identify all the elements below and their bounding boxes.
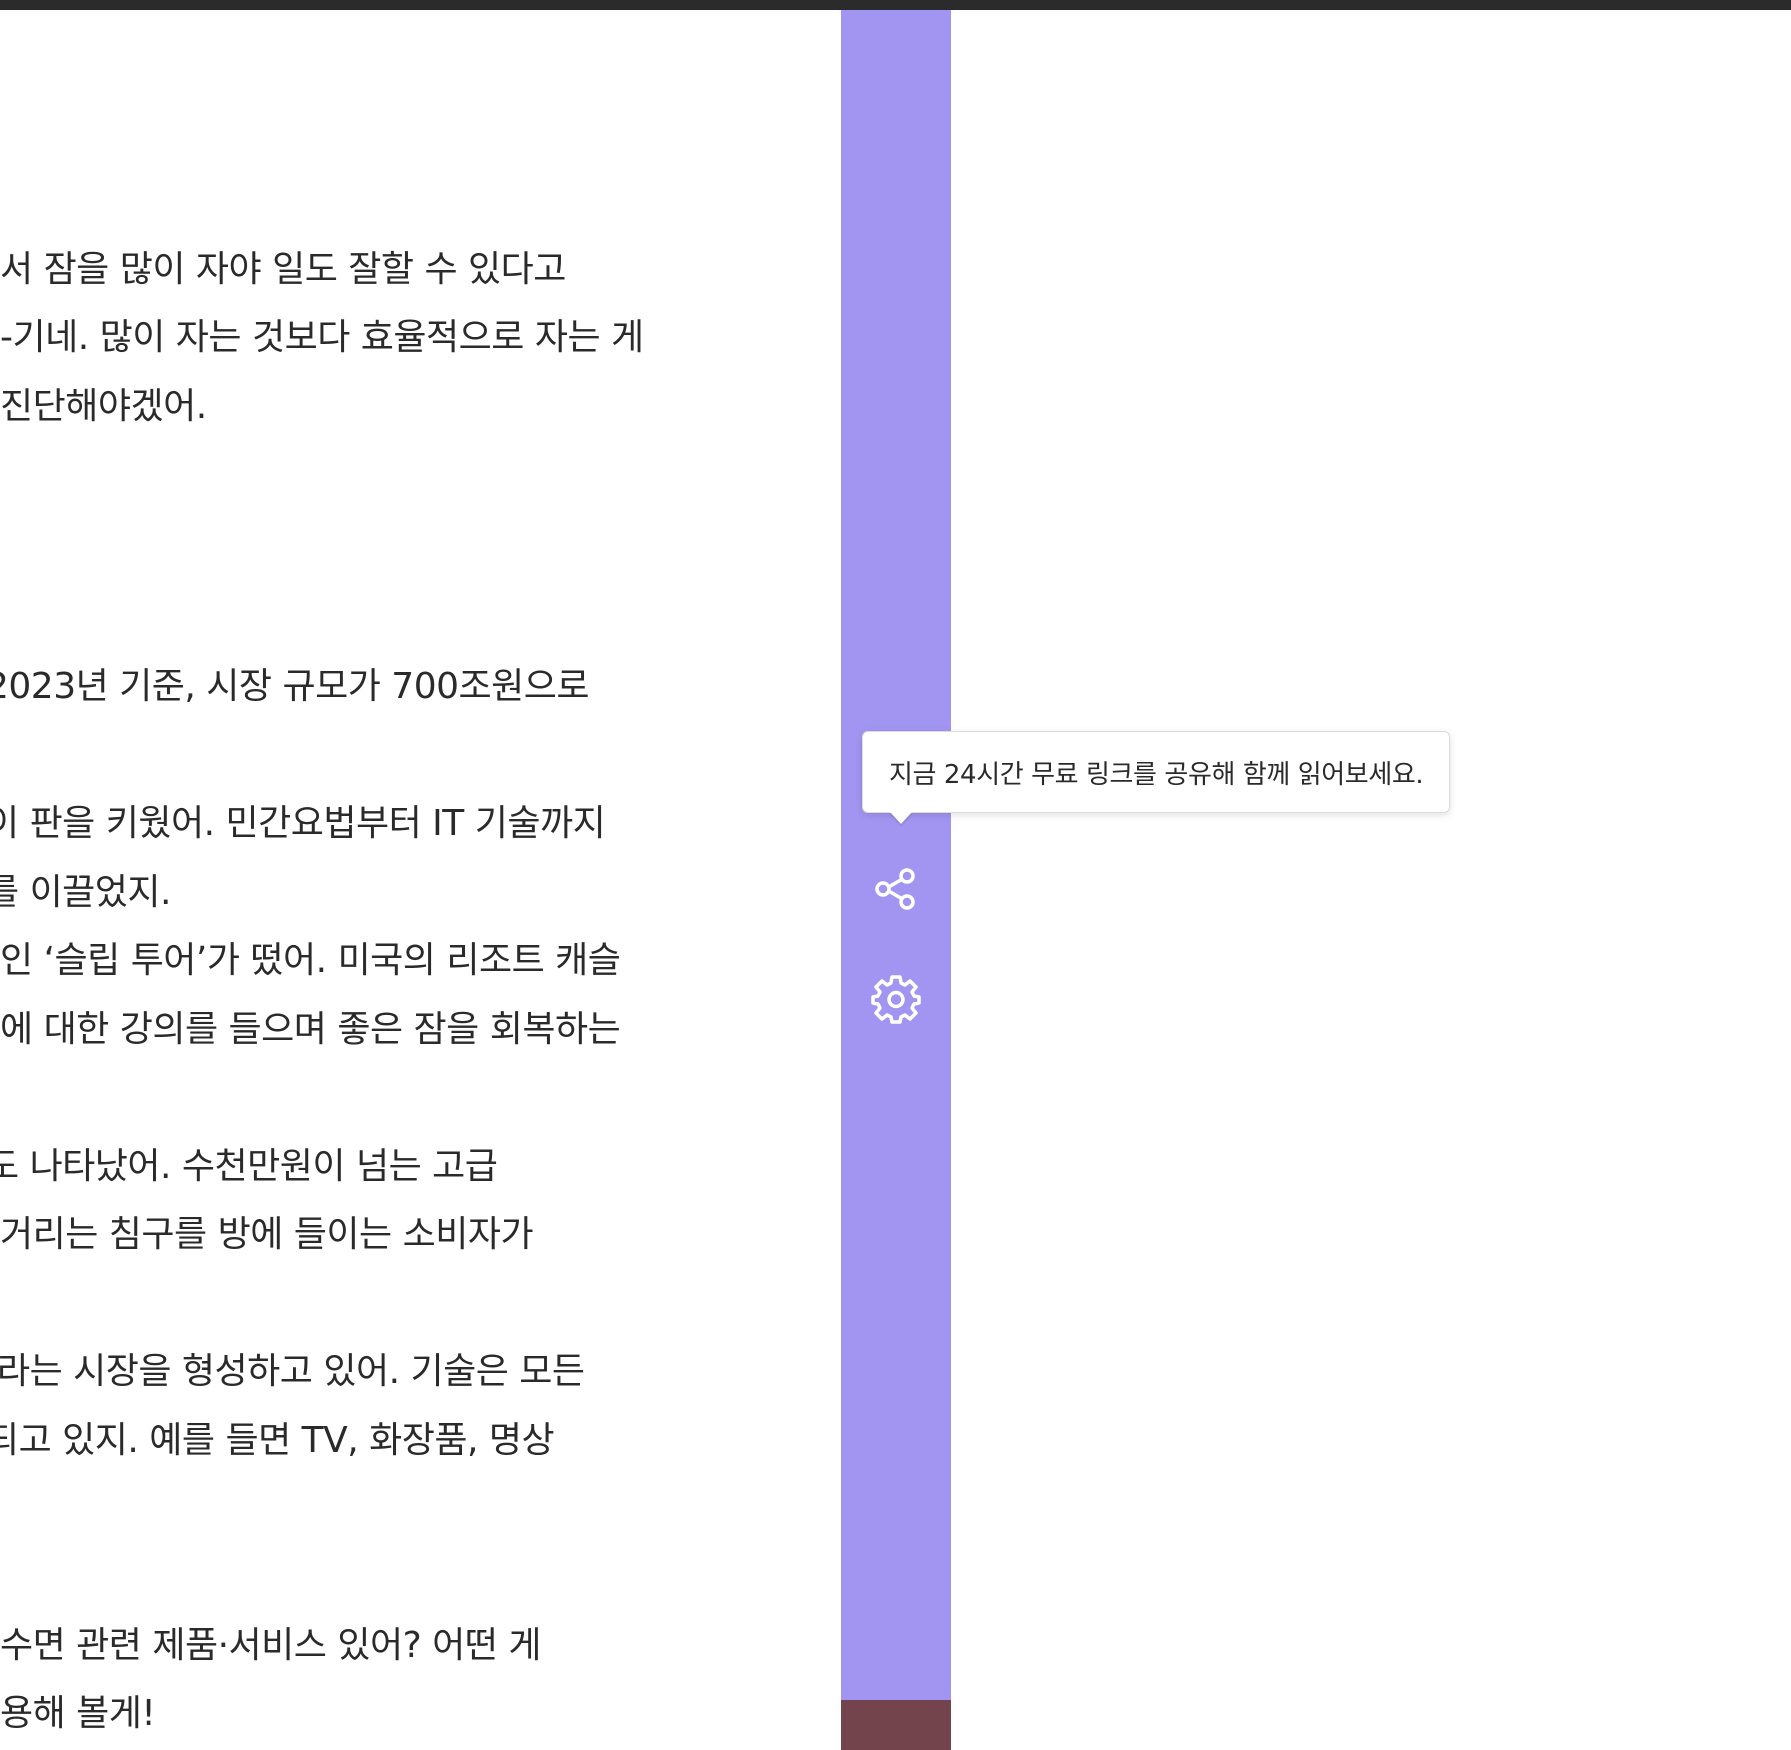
article-line: 서 잠을 많이 자야 일도 잘할 수 있다고 [0,249,566,290]
side-action-rail [841,10,951,1700]
share-tooltip-arrow [890,812,912,824]
article-line: 2023년 기준, 시장 규모가 700조원으로 [0,666,590,707]
article-line: 에 대한 강의를 들으며 좋은 잠을 회복하는 [0,1009,621,1050]
article-line: 수면 관련 제품·서비스 있어? 어떤 게 [0,1625,541,1666]
share-tooltip: 지금 24시간 무료 링크를 공유해 함께 읽어보세요. [862,731,1450,813]
article-body: 서 잠을 많이 자야 일도 잘할 수 있다고 -기네. 많이 자는 것보다 효율… [0,0,840,1750]
article-line: 를 이끌었지. [0,872,172,913]
share-icon[interactable] [871,864,921,914]
side-rail-footer [841,1700,951,1750]
article-line: -기네. 많이 자는 것보다 효율적으로 자는 게 [0,317,644,358]
article-line: 이 판을 키웠어. 민간요법부터 IT 기술까지 [0,803,606,844]
article-line: ’라는 시장을 형성하고 있어. 기술은 모든 [0,1351,585,1392]
article-line: 용해 볼게! [0,1693,156,1734]
article-line: 도 나타났어. 수천만원이 넘는 고급 [0,1146,498,1187]
article-line: 진단해야겠어. [0,386,207,427]
article-line: 인 ‘슬립 투어’가 떴어. 미국의 리조트 캐슬 [0,940,621,981]
article-line: 되고 있지. 예를 들면 TV, 화장품, 명상 [0,1420,555,1461]
gear-icon[interactable] [871,974,921,1024]
article-line: 거리는 침구를 방에 들이는 소비자가 [0,1214,534,1255]
share-tooltip-text: 지금 24시간 무료 링크를 공유해 함께 읽어보세요. [889,759,1424,790]
